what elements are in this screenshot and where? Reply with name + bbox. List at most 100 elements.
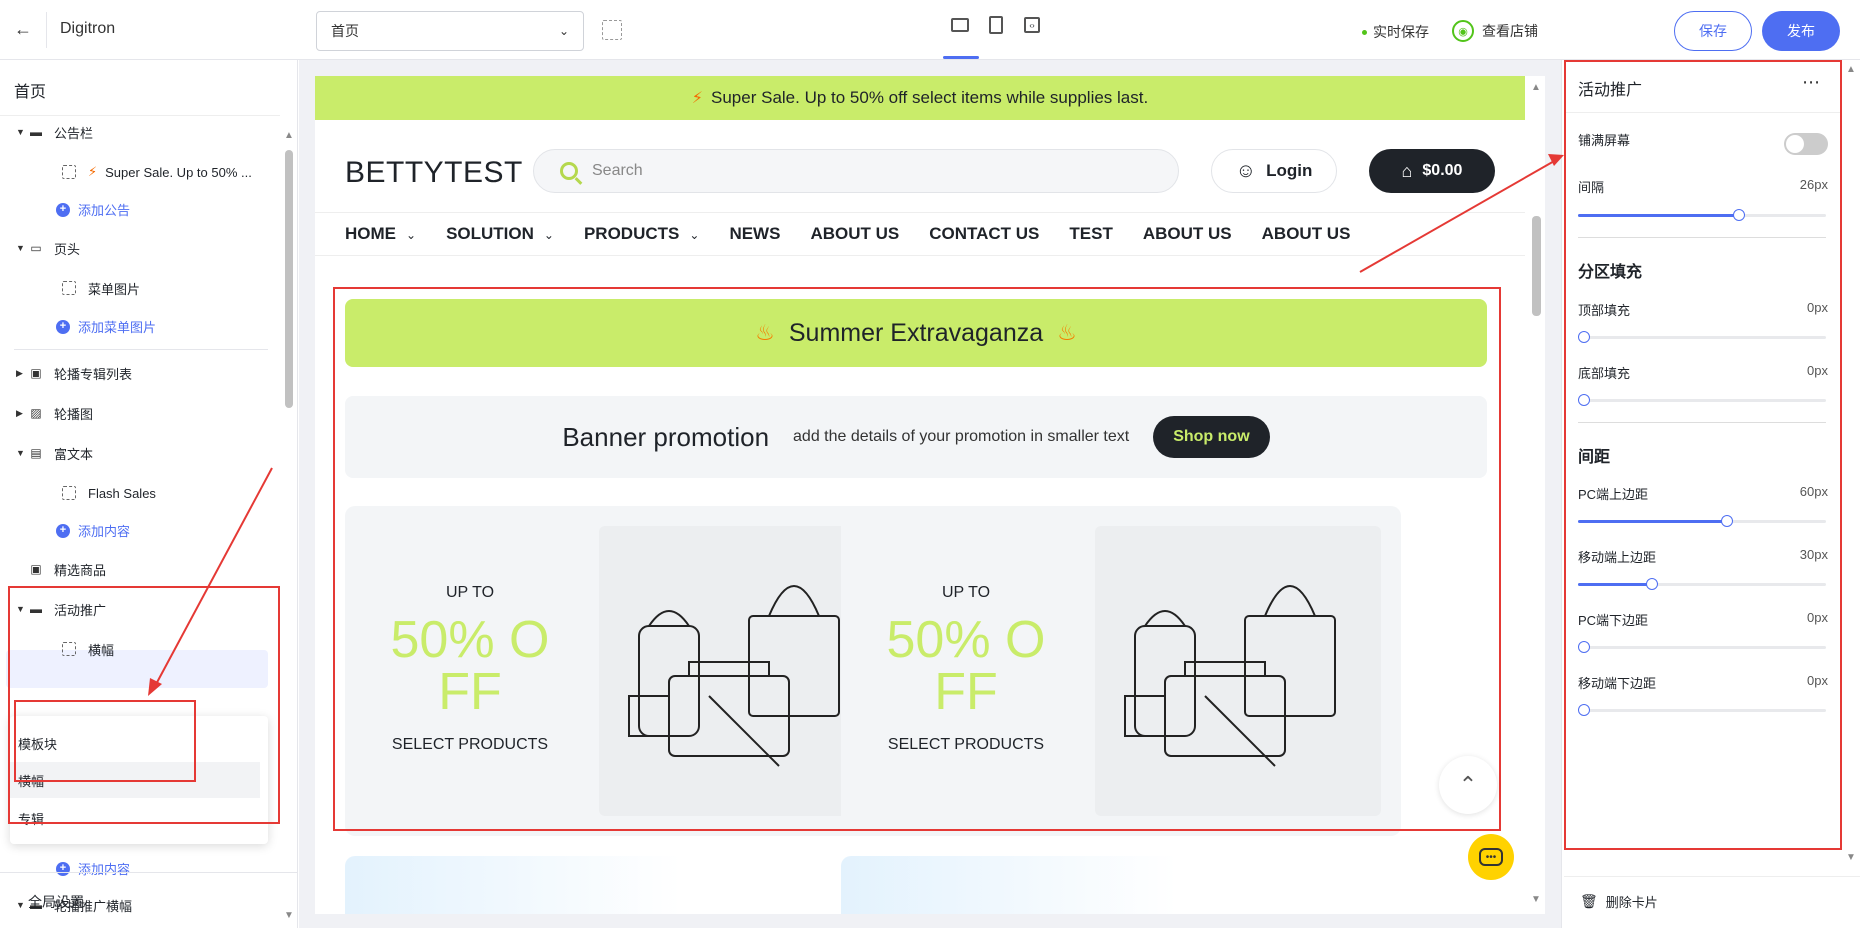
add-content-button[interactable]: + 添加内容 — [56, 521, 130, 540]
search-icon — [560, 162, 578, 180]
tree-item-flash-sales[interactable]: Flash Sales — [62, 481, 156, 505]
basket-icon: ⌂ — [1401, 160, 1413, 181]
divider — [14, 349, 268, 350]
nav-label: PRODUCTS — [583, 224, 680, 243]
page-select[interactable]: 首页 ⌄ — [316, 11, 584, 51]
desktop-view-icon[interactable] — [949, 14, 971, 36]
scroll-up-icon[interactable]: ▲ — [1846, 64, 1856, 75]
announcement-bar[interactable]: ⚡ Super Sale. Up to 50% off select items… — [315, 76, 1525, 120]
trash-icon: 🗑 — [1580, 893, 1598, 909]
tree-item-label: 页头 — [54, 241, 81, 257]
save-button[interactable]: 保存 — [1674, 11, 1752, 51]
chevron-down-icon: ⌄ — [543, 228, 554, 242]
publish-button[interactable]: 发布 — [1762, 11, 1840, 51]
chat-icon: ••• — [1479, 848, 1503, 866]
add-announcement-button[interactable]: + 添加公告 — [56, 200, 130, 219]
nav-item-solution[interactable]: SOLUTION ⌄ — [446, 224, 554, 244]
nav-label: HOME — [345, 224, 396, 243]
preview-canvas: ⚡ Super Sale. Up to 50% off select items… — [315, 76, 1545, 914]
view-store-link[interactable]: ◉ 查看店铺 — [1452, 20, 1538, 42]
divider — [0, 872, 298, 873]
caret-right-icon[interactable]: ▶ — [16, 368, 28, 379]
main-nav: HOME ⌄ SOLUTION ⌄ PRODUCTS ⌄ NEWS ABOUT US … — [315, 212, 1525, 256]
tree-item-featured[interactable]: ▣ 精选商品 — [28, 557, 106, 581]
nav-item-products[interactable]: PRODUCTS ⌄ — [584, 224, 699, 244]
right-settings-panel: 活动推广 ⋯ 铺满屏幕 间隔 26px 分区填充 顶部填充 0px 底部填充 0… — [1561, 60, 1860, 928]
realtime-save-label: 实时保存 — [1373, 24, 1429, 40]
page-title: 首页 — [14, 84, 47, 101]
tree-item-rich-text[interactable]: ▼ ▤ 富文本 — [16, 441, 93, 465]
scroll-up-icon[interactable]: ▲ — [284, 130, 294, 141]
page-select-value: 首页 — [331, 23, 359, 39]
global-settings-link[interactable]: 全局设置 — [28, 892, 84, 912]
delete-card-label: 删除卡片 — [1605, 895, 1658, 910]
scroll-down-icon[interactable]: ▼ — [1531, 894, 1541, 905]
app-title: Digitron — [60, 20, 116, 37]
plus-circle-icon: + — [56, 861, 70, 876]
search-input[interactable]: Search — [533, 149, 1179, 193]
caret-down-icon[interactable]: ▼ — [16, 448, 28, 458]
document-icon: ▤ — [30, 446, 42, 460]
nav-item-about-us[interactable]: ABOUT US — [1143, 224, 1232, 244]
tree-item-label: Super Sale. Up to 50% ... — [105, 164, 252, 180]
nav-item-test[interactable]: TEST — [1069, 224, 1112, 244]
caret-down-icon[interactable]: ▼ — [16, 900, 28, 910]
preview-area: ⚡ Super Sale. Up to 50% off select items… — [299, 60, 1561, 928]
tree-item-header[interactable]: ▼ ▭ 页头 — [16, 236, 80, 260]
tree-item-label: 轮播图 — [54, 406, 94, 422]
nav-item-about-us[interactable]: ABOUT US — [810, 224, 899, 244]
scroll-thumb[interactable] — [1532, 216, 1541, 316]
login-button[interactable]: ☺ Login — [1211, 149, 1337, 193]
add-menu-image-button[interactable]: + 添加菜单图片 — [56, 317, 156, 336]
store-logo[interactable]: BETTYTEST — [345, 156, 523, 190]
section-icon: ▬ — [30, 125, 42, 139]
nav-item-home[interactable]: HOME ⌄ — [345, 224, 416, 244]
view-store-label: 查看店铺 — [1482, 23, 1538, 39]
add-content-button[interactable]: + 添加内容 — [56, 859, 130, 878]
tree-item-carousel[interactable]: ▶ ▨ 轮播图 — [16, 401, 93, 425]
scroll-down-icon[interactable]: ▼ — [1846, 852, 1856, 863]
annotation-box-popup — [14, 700, 196, 782]
nav-item-news[interactable]: NEWS — [729, 224, 780, 244]
nav-item-about-us[interactable]: ABOUT US — [1262, 224, 1351, 244]
tree-item-announcement[interactable]: ▼ ▬ 公告栏 — [16, 120, 93, 144]
tree-item-menu-image[interactable]: 菜单图片 — [62, 276, 140, 300]
exit-icon[interactable]: ← — [12, 18, 34, 40]
scroll-down-icon[interactable]: ▼ — [284, 910, 294, 921]
caret-down-icon[interactable]: ▼ — [16, 127, 28, 137]
delete-card-button[interactable]: 🗑 删除卡片 — [1580, 892, 1658, 911]
right-scrollbar[interactable]: ▲ ▼ — [1844, 60, 1858, 863]
login-label: Login — [1266, 161, 1313, 180]
cart-button[interactable]: ⌂ $0.00 — [1369, 149, 1495, 193]
status-dot-icon — [1362, 29, 1367, 35]
chevron-down-icon: ⌄ — [689, 228, 700, 242]
element-select-icon[interactable] — [602, 20, 622, 40]
add-label: 添加内容 — [78, 524, 131, 539]
chevron-down-icon: ⌄ — [558, 24, 569, 38]
tree-item-label: 精选商品 — [54, 562, 107, 578]
tree-item-carousel-album-list[interactable]: ▶ ▣ 轮播专辑列表 — [16, 361, 132, 385]
plus-circle-icon: + — [56, 319, 70, 334]
code-view-icon[interactable]: ‹› — [1021, 14, 1043, 36]
tree-item-announcement-child[interactable]: ⚡ Super Sale. Up to 50% ... — [62, 160, 252, 184]
scroll-up-icon[interactable]: ▲ — [1531, 82, 1541, 93]
frame-icon — [62, 165, 76, 179]
frame-icon — [62, 486, 76, 500]
back-to-top-button[interactable]: ⌃ — [1439, 756, 1497, 814]
add-label: 添加菜单图片 — [78, 320, 157, 335]
selected-panel-outline — [1564, 60, 1842, 850]
nav-item-contact-us[interactable]: CONTACT US — [929, 224, 1039, 244]
tablet-view-icon[interactable] — [985, 14, 1007, 36]
caret-down-icon[interactable]: ▼ — [16, 243, 28, 253]
chat-button[interactable]: ••• — [1468, 834, 1514, 880]
left-scrollbar[interactable]: ▲ ▼ — [284, 130, 294, 921]
top-toolbar: ← Digitron 首页 ⌄ ‹› 实时保存 ◉ 查看店铺 保存 发布 — [0, 0, 1860, 60]
scroll-thumb[interactable] — [285, 150, 293, 408]
caret-right-icon[interactable]: ▶ — [16, 408, 28, 419]
announcement-text: Super Sale. Up to 50% off select items w… — [711, 88, 1149, 107]
search-placeholder: Search — [592, 162, 643, 179]
add-label: 添加内容 — [78, 862, 131, 877]
next-section-card — [345, 856, 905, 914]
tags-icon: ▣ — [30, 562, 42, 576]
preview-scrollbar[interactable]: ▲ ▼ — [1527, 76, 1545, 914]
